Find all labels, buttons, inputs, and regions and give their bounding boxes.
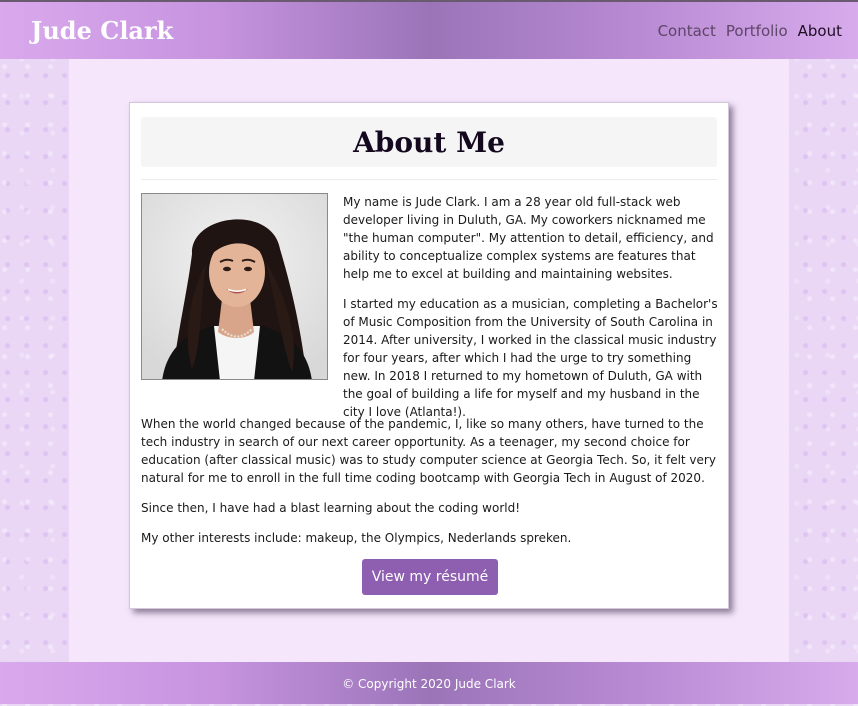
about-paragraph-3: When the world changed because of the pa… — [141, 417, 716, 485]
about-paragraph-1: My name is Jude Clark. I am a 28 year ol… — [343, 195, 714, 281]
profile-photo — [141, 193, 328, 380]
about-paragraph-5: My other interests include: makeup, the … — [141, 531, 572, 545]
page-title: About Me — [353, 126, 505, 159]
portrait-image — [142, 194, 327, 379]
about-card: About Me My name is Jude Clark. I am a 2… — [129, 102, 729, 609]
nav-link-about[interactable]: About — [798, 22, 842, 40]
main-nav: Contact Portfolio About — [658, 22, 842, 40]
about-paragraph-2: I started my education as a musician, co… — [343, 297, 718, 419]
site-brand[interactable]: Jude Clark — [31, 16, 173, 45]
nav-link-portfolio[interactable]: Portfolio — [726, 22, 788, 40]
nav-link-contact[interactable]: Contact — [658, 22, 716, 40]
site-footer: © Copyright 2020 Jude Clark — [0, 662, 858, 704]
site-header: Jude Clark Contact Portfolio About — [0, 0, 858, 59]
title-banner: About Me — [141, 117, 717, 167]
view-resume-button[interactable]: View my résumé — [362, 559, 498, 595]
about-paragraph-4: Since then, I have had a blast learning … — [141, 501, 521, 515]
title-divider — [141, 179, 717, 180]
copyright-text: © Copyright 2020 Jude Clark — [342, 677, 516, 691]
